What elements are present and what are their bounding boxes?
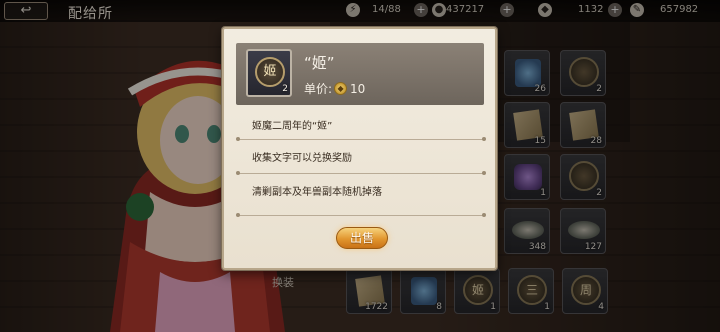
item-name: “姬” [304, 54, 335, 72]
item-detail-dialog: 姬 2 “姬” 单价: ◆ 10 姬魔二周年的“姬” 收集文字可以兑换奖励 清剿… [222, 27, 497, 270]
price-coin-icon: ◆ [334, 82, 348, 95]
description-line: 姬魔二周年的“姬” [252, 121, 333, 132]
item-quantity: 2 [282, 84, 288, 94]
divider [236, 137, 486, 141]
description-line: 收集文字可以兑换奖励 [252, 153, 352, 164]
item-header: 姬 2 “姬” 单价: ◆ 10 [236, 43, 484, 105]
divider [236, 213, 486, 217]
description-line: 清剿副本及年兽副本随机掉落 [252, 187, 382, 198]
sell-button[interactable]: 出售 [336, 227, 388, 249]
coin-icon: 姬 [255, 57, 285, 87]
price-value: 10 [350, 81, 366, 96]
divider [236, 171, 486, 175]
price-label: 单价: [304, 82, 333, 96]
item-icon-frame: 姬 2 [246, 49, 292, 97]
price-row: 单价: ◆ 10 [304, 80, 365, 97]
